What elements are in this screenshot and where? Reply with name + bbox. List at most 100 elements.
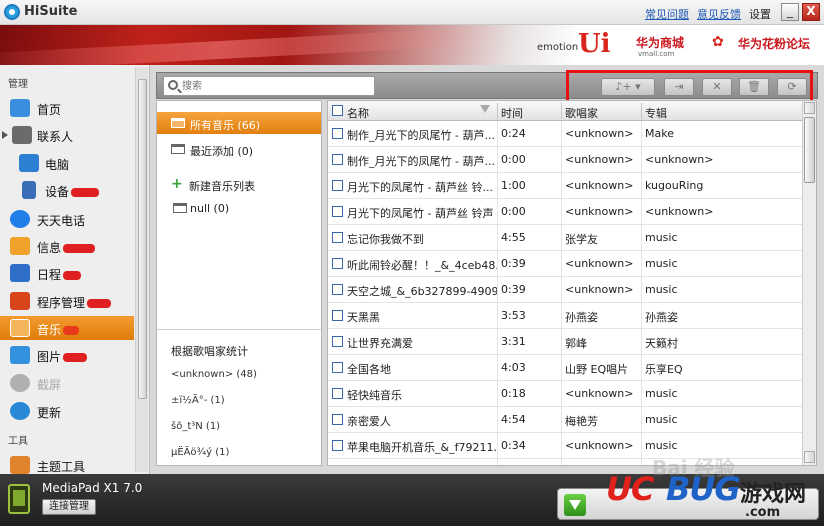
sidebar-item-theme-tools[interactable]: 主题工具 <box>0 453 134 474</box>
settings-menu[interactable]: 设置 <box>749 6 771 22</box>
row-checkbox[interactable] <box>332 388 343 399</box>
sidebar-item-daily-call[interactable]: 天天电话 <box>0 207 134 231</box>
artist-stat-item[interactable]: ±ï½Ã°- (1) <box>171 395 225 406</box>
table-row[interactable]: 听此闹铃必醒！！_&_4ceb48... 0:39 <unknown> musi… <box>328 251 802 277</box>
new-playlist-button[interactable]: + 新建音乐列表 <box>171 177 321 193</box>
playlist-panel: 所有音乐 (66) 最近添加 (0) + 新建音乐列表 null (0) 根据歌… <box>156 100 322 466</box>
playlist-all-music[interactable]: 所有音乐 (66) <box>157 112 321 134</box>
table-row[interactable]: 全国各地 4:03 山野 EQ唱片 乐享EQ <box>328 355 802 381</box>
column-separator[interactable] <box>641 103 642 119</box>
sort-arrow-icon <box>480 105 490 113</box>
table-row[interactable]: 让世界充满爱 3:31 郭峰 天籁村 <box>328 329 802 355</box>
scroll-up-arrow-icon[interactable] <box>804 102 815 114</box>
table-row[interactable]: 忘记你我做不到 4:55 张学友 music <box>328 225 802 251</box>
table-row[interactable]: 轻快纯音乐 0:18 <unknown> music <box>328 381 802 407</box>
sidebar-item-update[interactable]: 更新 <box>0 399 134 423</box>
row-checkbox[interactable] <box>332 362 343 373</box>
sidebar-section-manage: 管理 <box>8 79 28 90</box>
search-box[interactable] <box>163 76 375 96</box>
row-checkbox[interactable] <box>332 154 343 165</box>
minimize-button[interactable]: _ <box>781 3 799 21</box>
faq-link[interactable]: 常见问题 <box>645 6 689 22</box>
row-checkbox[interactable] <box>332 310 343 321</box>
row-checkbox[interactable] <box>332 232 343 243</box>
table-scroll-thumb[interactable] <box>804 117 815 183</box>
song-album: music <box>645 413 678 426</box>
song-name: 听此闹铃必醒！！_&_4ceb48... <box>347 259 497 272</box>
search-input[interactable] <box>182 79 370 94</box>
emotion-ui-logo[interactable]: Ui <box>578 29 611 59</box>
song-artist: <unknown> <box>565 387 634 400</box>
song-time: 0:34 <box>501 439 526 452</box>
row-checkbox[interactable] <box>332 336 343 347</box>
sidebar-scroll-thumb[interactable] <box>138 79 147 399</box>
artist-stat-item[interactable]: <unknown> (48) <box>171 369 257 380</box>
row-checkbox[interactable] <box>332 128 343 139</box>
song-name: 亲密爱人 <box>347 415 391 428</box>
artist-stat-item[interactable]: µËÃö¾ý (1) <box>171 447 229 458</box>
scroll-down-arrow-icon[interactable] <box>804 451 815 463</box>
hisuite-logo-icon <box>4 4 20 20</box>
sidebar-item-music[interactable]: 音乐 <box>0 316 134 340</box>
sidebar: 管理 首页 联系人 电脑 设备 天天电话 信息 日程 程序管理 音乐 图片 截屏… <box>0 65 150 474</box>
forum-link[interactable]: 华为花粉论坛 <box>738 35 810 52</box>
column-separator[interactable] <box>561 103 562 119</box>
column-header-album[interactable]: 专辑 <box>645 105 667 121</box>
table-scrollbar[interactable] <box>802 101 816 465</box>
row-checkbox[interactable] <box>332 440 343 451</box>
song-album: music <box>645 283 678 296</box>
table-row[interactable]: 月光下的凤尾竹 - 葫芦丝 铃声 0:00 <unknown> <unknown… <box>328 199 802 225</box>
connection-manage-button[interactable]: 连接管理 <box>42 499 96 515</box>
song-time: 4:03 <box>501 361 526 374</box>
sidebar-item-messages[interactable]: 信息 <box>0 234 134 258</box>
row-checkbox[interactable] <box>332 414 343 425</box>
song-name: 月光下的凤尾竹 - 葫芦丝 铃... <box>347 181 493 194</box>
feedback-link[interactable]: 意见反馈 <box>697 6 741 22</box>
playlist-recent[interactable]: 最近添加 (0) <box>157 138 321 160</box>
row-checkbox[interactable] <box>332 206 343 217</box>
column-header-name[interactable]: 名称 <box>347 105 369 121</box>
emotion-brand-text: emotion <box>537 42 579 53</box>
table-row[interactable]: 制作_月光下的凤尾竹 - 葫芦... 0:24 <unknown> Make <box>328 121 802 147</box>
sidebar-item-label: 程序管理 <box>37 294 112 311</box>
redaction-mark <box>87 299 112 308</box>
table-row[interactable]: 亲密爱人 4:54 梅艳芳 music <box>328 407 802 433</box>
sidebar-item-contacts[interactable]: 联系人 <box>0 123 134 147</box>
folder-icon <box>171 118 185 128</box>
close-button[interactable]: X <box>802 3 820 21</box>
table-row[interactable]: 月光下的凤尾竹 - 葫芦丝 铃... 1:00 <unknown> kugouR… <box>328 173 802 199</box>
table-row[interactable]: 制作_月光下的凤尾竹 - 葫芦... 0:00 <unknown> <unkno… <box>328 147 802 173</box>
row-checkbox[interactable] <box>332 284 343 295</box>
sidebar-item-screenshot: 截屏 <box>0 371 134 395</box>
sidebar-item-home[interactable]: 首页 <box>0 96 134 120</box>
song-time: 4:55 <box>501 231 526 244</box>
call-icon <box>10 210 30 228</box>
sidebar-item-pictures[interactable]: 图片 <box>0 343 134 367</box>
download-arrow-icon[interactable] <box>564 494 586 516</box>
select-all-checkbox[interactable] <box>332 105 343 116</box>
music-icon <box>10 319 30 337</box>
sidebar-scrollbar[interactable] <box>135 67 148 472</box>
sidebar-item-calendar[interactable]: 日程 <box>0 261 134 285</box>
column-header-artist[interactable]: 歌唱家 <box>565 105 598 121</box>
sidebar-item-device[interactable]: 设备 <box>0 178 134 202</box>
sidebar-item-apps[interactable]: 程序管理 <box>0 289 134 313</box>
table-row[interactable]: 天空之城_&_6b327899-4909... 0:39 <unknown> m… <box>328 277 802 303</box>
calendar-icon <box>10 264 30 282</box>
vmall-link[interactable]: 华为商城 <box>636 34 684 51</box>
artist-stat-item[interactable]: šõ_t³N (1) <box>171 421 220 432</box>
playlist-null[interactable]: null (0) <box>157 197 321 219</box>
sidebar-item-label-text: 图片 <box>37 350 62 364</box>
song-artist: <unknown> <box>565 153 634 166</box>
row-checkbox[interactable] <box>332 258 343 269</box>
home-icon <box>10 99 30 117</box>
artist-stats-title: 根据歌唱家统计 <box>171 345 248 358</box>
sidebar-item-computer[interactable]: 电脑 <box>0 151 134 175</box>
row-checkbox[interactable] <box>332 180 343 191</box>
expand-arrow-icon[interactable] <box>2 131 8 139</box>
search-icon <box>168 80 178 90</box>
playlist-divider <box>157 329 321 330</box>
table-row[interactable]: 天黑黑 3:53 孙燕姿 孙燕姿 <box>328 303 802 329</box>
column-separator[interactable] <box>497 103 498 119</box>
column-header-time[interactable]: 时间 <box>501 105 523 121</box>
